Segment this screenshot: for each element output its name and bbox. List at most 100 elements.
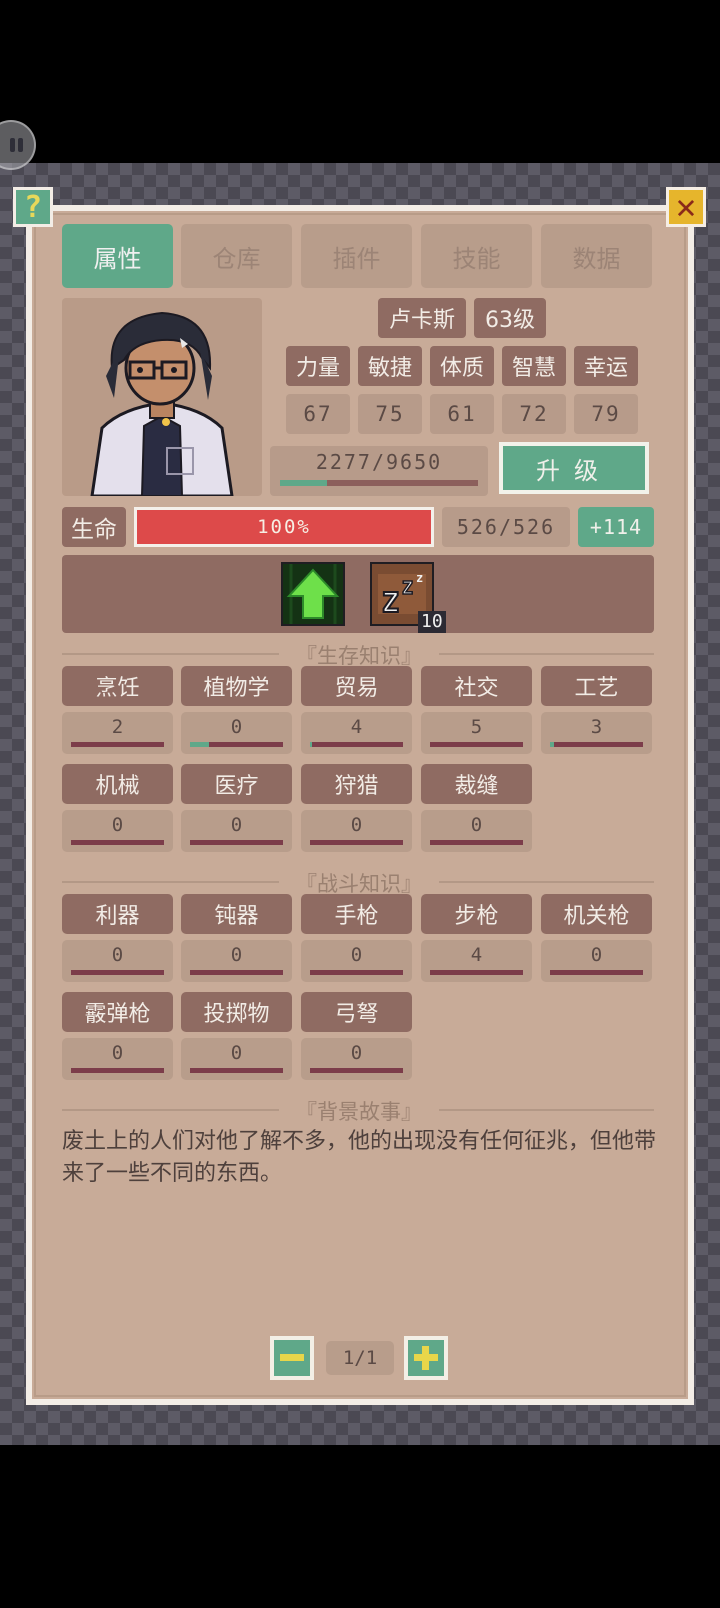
story-section-title: 『背景故事』 [279, 1096, 439, 1126]
svg-text:Z: Z [402, 578, 413, 599]
survival-skill-progress-bar [310, 742, 403, 747]
combat-skill-progress-bar [190, 970, 283, 975]
survival-skill-value: 0 [181, 810, 292, 852]
combat-skill-value: 0 [62, 940, 173, 982]
survival-skill-label[interactable]: 医疗 [181, 764, 292, 804]
stat-constitution-label: 体质 [430, 346, 494, 386]
stat-constitution-value: 61 [430, 394, 494, 434]
survival-skill-level: 2 [111, 716, 124, 738]
upgrade-button[interactable]: 升级 [499, 442, 649, 494]
tab-skills[interactable]: 技能 [421, 224, 532, 288]
survival-skill-level: 0 [350, 814, 363, 836]
combat-skill-label[interactable]: 步枪 [421, 894, 532, 934]
survival-skill-level: 0 [111, 814, 124, 836]
survival-skill-level: 4 [350, 716, 363, 738]
combat-skill-label[interactable]: 霰弹枪 [62, 992, 173, 1032]
survival-skill-value: 3 [541, 712, 652, 754]
tab-plugins[interactable]: 插件 [301, 224, 412, 288]
survival-skill-progress-fill [550, 742, 554, 747]
combat-skill-level: 0 [350, 944, 363, 966]
survival-skill-label[interactable]: 工艺 [541, 666, 652, 706]
page-indicator: 1/1 [326, 1341, 394, 1375]
combat-skill-progress-bar [310, 970, 403, 975]
combat-skill-label[interactable]: 投掷物 [181, 992, 292, 1032]
combat-skill-progress-bar [430, 970, 523, 975]
combat-skill-value: 0 [301, 940, 412, 982]
survival-skill-label[interactable]: 贸易 [301, 666, 412, 706]
tab-data[interactable]: 数据 [541, 224, 652, 288]
stat-luck-value: 79 [574, 394, 638, 434]
experience-text: 2277/9650 [315, 450, 443, 474]
survival-skill-level: 0 [230, 814, 243, 836]
combat-skill-progress-bar [190, 1068, 283, 1073]
combat-skill-value: 0 [541, 940, 652, 982]
survival-skill-value: 2 [62, 712, 173, 754]
status-effects-bar [62, 555, 654, 633]
combat-skill-label[interactable]: 手枪 [301, 894, 412, 934]
stat-agility-value: 75 [358, 394, 422, 434]
survival-skill-progress-bar [71, 840, 164, 845]
survival-skill-label[interactable]: 植物学 [181, 666, 292, 706]
previous-page-button[interactable] [270, 1336, 314, 1380]
sleep-buff-count: 10 [418, 611, 446, 633]
survival-skill-level: 0 [230, 716, 243, 738]
survival-skill-progress-bar [190, 742, 283, 747]
experience-box: 2277/9650 [270, 446, 488, 496]
survival-skill-value: 0 [181, 712, 292, 754]
plus-icon [408, 1340, 444, 1376]
combat-skill-label[interactable]: 机关枪 [541, 894, 652, 934]
next-page-button[interactable] [404, 1336, 448, 1380]
minus-icon [280, 1354, 304, 1361]
survival-skill-value: 0 [421, 810, 532, 852]
survival-skill-label[interactable]: 裁缝 [421, 764, 532, 804]
survival-skill-value: 5 [421, 712, 532, 754]
tab-inventory[interactable]: 仓库 [181, 224, 292, 288]
survival-skill-label[interactable]: 机械 [62, 764, 173, 804]
combat-skill-level: 0 [111, 1042, 124, 1064]
combat-skill-level: 0 [590, 944, 603, 966]
close-button[interactable]: ✕ [666, 187, 706, 227]
experience-bar-fill [280, 480, 327, 486]
close-icon: ✕ [675, 187, 697, 227]
help-button[interactable]: ? [13, 187, 53, 227]
survival-skill-level: 0 [470, 814, 483, 836]
combat-skill-level: 0 [230, 944, 243, 966]
character-name: 卢卡斯 [378, 298, 466, 338]
survival-skill-level: 5 [470, 716, 483, 738]
survival-skill-level: 3 [590, 716, 603, 738]
combat-skill-progress-bar [71, 1068, 164, 1073]
hp-percent: 100% [257, 516, 311, 538]
survival-skill-progress-bar [550, 742, 643, 747]
survival-skill-label[interactable]: 狩猎 [301, 764, 412, 804]
survival-skill-progress-fill [190, 742, 209, 747]
hp-label: 生命 [62, 507, 126, 547]
screen: ? ✕ 属性 仓库 插件 技能 数据 卢卡斯 63级 力量 敏捷 体质 智慧 幸… [0, 0, 720, 1608]
combat-skill-level: 0 [111, 944, 124, 966]
survival-skill-progress-bar [430, 840, 523, 845]
level-up-arrow-icon[interactable] [281, 562, 345, 626]
stat-wisdom-label: 智慧 [502, 346, 566, 386]
tab-attributes[interactable]: 属性 [62, 224, 173, 288]
character-level: 63级 [474, 298, 546, 338]
survival-skill-label[interactable]: 社交 [421, 666, 532, 706]
upgrade-button-label: 升级 [503, 446, 645, 490]
experience-bar [280, 480, 478, 486]
hp-regen: +114 [578, 507, 654, 547]
combat-skill-level: 4 [470, 944, 483, 966]
combat-skill-progress-bar [550, 970, 643, 975]
survival-skill-progress-bar [310, 840, 403, 845]
svg-text:Z: Z [382, 586, 399, 619]
combat-skill-level: 0 [230, 1042, 243, 1064]
combat-skill-label[interactable]: 弓弩 [301, 992, 412, 1032]
combat-skill-label[interactable]: 钝器 [181, 894, 292, 934]
avatar [90, 311, 234, 496]
survival-skill-label[interactable]: 烹饪 [62, 666, 173, 706]
stat-luck-label: 幸运 [574, 346, 638, 386]
background-story-text: 废土上的人们对他了解不多，他的出现没有任何征兆，但他带来了一些不同的东西。 [62, 1129, 657, 1186]
survival-skill-progress-bar [71, 742, 164, 747]
stat-wisdom-value: 72 [502, 394, 566, 434]
combat-skill-level: 0 [350, 1042, 363, 1064]
combat-skill-value: 0 [181, 940, 292, 982]
combat-skill-progress-bar [310, 1068, 403, 1073]
combat-skill-label[interactable]: 利器 [62, 894, 173, 934]
